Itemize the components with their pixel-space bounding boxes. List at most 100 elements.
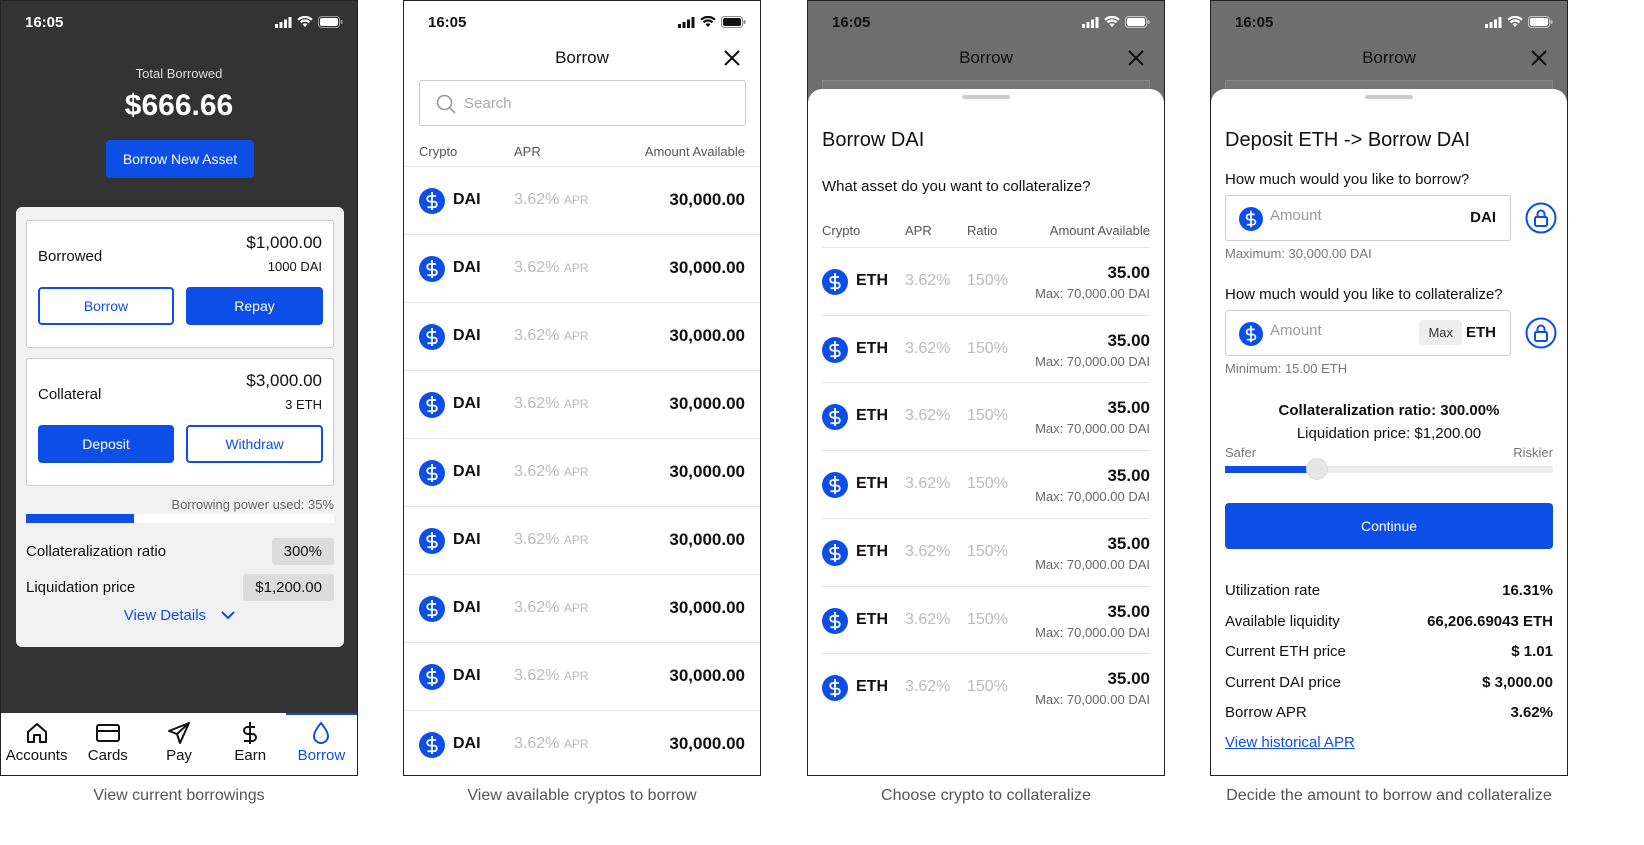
- close-icon[interactable]: [722, 48, 742, 68]
- borrow-new-asset-button[interactable]: Borrow New Asset: [106, 140, 254, 178]
- screen-current-borrowings: 16:05 Total Borrowed $666.66 Borrow New …: [0, 0, 358, 776]
- deposit-button[interactable]: Deposit: [38, 425, 174, 463]
- dai-coin-icon: [419, 664, 445, 690]
- collateral-amount-input[interactable]: [1270, 322, 1410, 339]
- dai-coin-icon: [419, 460, 445, 486]
- apr-value: 3.62% APR: [514, 735, 589, 753]
- collateralization-ratio-text: Collateralization ratio: 300.00%: [1278, 402, 1500, 419]
- view-details-link[interactable]: View Details: [16, 607, 344, 624]
- eth-coin-icon: [822, 472, 848, 499]
- view-historical-apr-link[interactable]: View historical APR: [1225, 734, 1355, 751]
- ratio-value: 150%: [967, 407, 1008, 425]
- amount-available: 30,000.00: [669, 394, 745, 413]
- background-title: Borrow: [959, 48, 1013, 67]
- borrowing-power-label: Borrowing power used: 35%: [171, 497, 334, 512]
- withdraw-button[interactable]: Withdraw: [186, 425, 323, 463]
- list-item[interactable]: ETH 3.62% 150% 35.00 Max: 70,000.00 DAI: [822, 314, 1150, 383]
- sheet-grabber[interactable]: [1365, 95, 1413, 99]
- wifi-icon: [1104, 16, 1120, 27]
- stat-value: 66,206.69043 ETH: [1427, 612, 1553, 630]
- amount-available: 30,000.00: [669, 530, 745, 549]
- apr-unit: APR: [563, 261, 589, 275]
- borrow-amount-field: DAI: [1225, 195, 1511, 241]
- search-input[interactable]: [464, 91, 714, 115]
- apr-number: 3.62%: [514, 463, 560, 480]
- list-item[interactable]: DAI 3.62% APR 30,000.00: [404, 370, 760, 438]
- apr-unit: APR: [563, 669, 589, 683]
- list-item[interactable]: DAI 3.62% APR 30,000.00: [404, 574, 760, 642]
- status-bar: 16:05: [404, 1, 760, 43]
- max-button[interactable]: Max: [1419, 320, 1462, 345]
- amount-available: 30,000.00: [669, 190, 745, 209]
- amount-available: 35.00: [1107, 398, 1150, 418]
- repay-button[interactable]: Repay: [186, 287, 323, 325]
- dollar-icon: [243, 722, 258, 744]
- list-item[interactable]: DAI 3.62% APR 30,000.00: [404, 438, 760, 506]
- crypto-ticker: ETH: [856, 407, 888, 425]
- liquidation-price-value: $1,200.00: [243, 574, 334, 601]
- amount-available: 35.00: [1107, 466, 1150, 486]
- amount-available: 30,000.00: [669, 326, 745, 345]
- borrow-button[interactable]: Borrow: [38, 287, 174, 325]
- list-item[interactable]: DAI 3.62% APR 30,000.00: [404, 710, 760, 775]
- borrowed-card: Borrowed $1,000.00 1000 DAI Borrow Repay: [26, 220, 334, 348]
- borrow-amount-input[interactable]: [1270, 207, 1410, 224]
- status-icons: [1485, 16, 1553, 28]
- apr-value: 3.62% APR: [514, 191, 589, 209]
- list-item[interactable]: DAI 3.62% APR 30,000.00: [404, 166, 760, 234]
- stat-value: $ 1.01: [1511, 643, 1553, 660]
- bottom-sheet: Deposit ETH -> Borrow DAI How much would…: [1211, 89, 1567, 775]
- tab-borrow[interactable]: Borrow: [285, 713, 357, 775]
- tab-label: Pay: [166, 747, 192, 764]
- stat-value: 16.31%: [1502, 582, 1553, 599]
- apr-value: 3.62%: [905, 475, 951, 493]
- risk-slider-thumb[interactable]: [1305, 458, 1328, 480]
- list-item[interactable]: DAI 3.62% APR 30,000.00: [404, 302, 760, 370]
- list-item[interactable]: ETH 3.62% 150% 35.00 Max: 70,000.00 DAI: [822, 382, 1150, 450]
- crypto-ticker: DAI: [453, 667, 481, 684]
- search-field: [419, 80, 746, 126]
- list-item[interactable]: ETH 3.62% 150% 35.00 Max: 70,000.00 DAI: [822, 450, 1150, 518]
- sheet-grabber[interactable]: [962, 95, 1010, 99]
- collateralization-ratio-value: 300%: [271, 538, 334, 565]
- crypto-ticker: DAI: [453, 395, 481, 412]
- borrowed-amount: $1,000.00: [246, 233, 322, 252]
- close-icon[interactable]: [1529, 48, 1549, 68]
- apr-number: 3.62%: [514, 191, 560, 208]
- tab-pay[interactable]: Pay: [143, 713, 214, 775]
- apr-value: 3.62%: [905, 272, 951, 289]
- list-item[interactable]: ETH 3.62% 150% 35.00 Max: 70,000.00 DAI: [822, 247, 1150, 315]
- crypto-ticker: DAI: [453, 259, 481, 276]
- max-amount: Max: 70,000.00 DAI: [1035, 692, 1150, 708]
- tab-earn[interactable]: Earn: [215, 713, 286, 775]
- collateral-card: Collateral $3,000.00 3 ETH Deposit Withd…: [26, 358, 334, 486]
- card-icon: [95, 724, 120, 742]
- ratio-value: 150%: [967, 475, 1008, 493]
- status-bar: 16:05: [1, 1, 357, 43]
- status-bar: 16:05: [808, 1, 1164, 43]
- col-header-apr: APR: [905, 223, 932, 238]
- lock-icon[interactable]: [1525, 317, 1557, 349]
- lock-icon[interactable]: [1525, 202, 1557, 234]
- amount-available: 30,000.00: [669, 258, 745, 277]
- chevron-down-icon: [221, 611, 235, 620]
- continue-button[interactable]: Continue: [1225, 503, 1553, 549]
- list-item[interactable]: ETH 3.62% 150% 35.00 Max: 70,000.00 DAI: [822, 517, 1150, 586]
- risk-slider[interactable]: [1225, 458, 1553, 480]
- tab-cards[interactable]: Cards: [72, 713, 143, 775]
- list-item[interactable]: DAI 3.62% APR 30,000.00: [404, 234, 760, 302]
- amount-available: 35.00: [1107, 601, 1150, 621]
- apr-number: 3.62%: [514, 395, 560, 412]
- list-item[interactable]: ETH 3.62% 150% 35.00 Max: 70,000.00 DAI: [822, 653, 1150, 721]
- borrow-summary-panel: Borrowed $1,000.00 1000 DAI Borrow Repay…: [16, 207, 344, 647]
- col-header-amount: Amount Available: [644, 144, 745, 159]
- apr-unit: APR: [563, 737, 589, 751]
- list-item[interactable]: ETH 3.62% 150% 35.00 Max: 70,000.00 DAI: [822, 585, 1150, 654]
- sheet-question: What asset do you want to collateralize?: [822, 178, 1091, 195]
- list-item[interactable]: DAI 3.62% APR 30,000.00: [404, 642, 760, 710]
- wifi-icon: [297, 16, 313, 27]
- status-icons: [1082, 16, 1150, 28]
- tab-accounts[interactable]: Accounts: [1, 713, 72, 775]
- close-icon[interactable]: [1126, 48, 1146, 68]
- list-item[interactable]: DAI 3.62% APR 30,000.00: [404, 506, 760, 574]
